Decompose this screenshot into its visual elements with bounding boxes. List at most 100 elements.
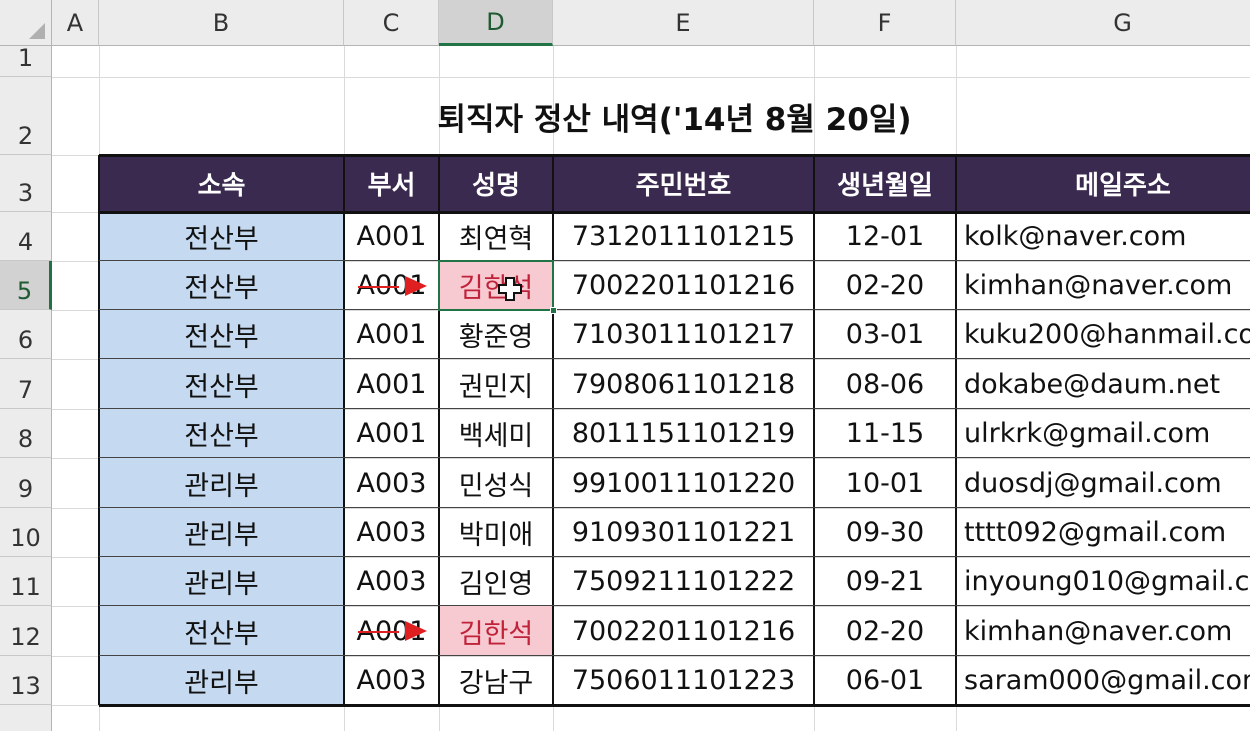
row-header-7[interactable]: 7 <box>0 359 52 409</box>
table-cell[interactable]: 민성식 <box>439 458 553 508</box>
table-cell[interactable]: 7103011101217 <box>553 310 814 359</box>
column-header-c[interactable]: C <box>344 0 439 46</box>
strike-line <box>358 631 399 633</box>
table-cell[interactable]: 전산부 <box>99 212 344 261</box>
table-cell[interactable]: A003 <box>344 508 439 557</box>
table-cell[interactable]: 백세미 <box>439 409 553 458</box>
table-cell[interactable]: 08-06 <box>814 359 956 409</box>
column-header-g[interactable]: G <box>956 0 1250 46</box>
table-cell[interactable]: A003 <box>344 458 439 508</box>
row-header-9[interactable]: 9 <box>0 458 52 508</box>
red-arrow-icon <box>405 275 427 296</box>
row-header-13[interactable]: 13 <box>0 656 52 705</box>
table-cell[interactable]: 06-01 <box>814 656 956 705</box>
table-cell[interactable]: A003 <box>344 557 439 606</box>
row-header-3[interactable]: 3 <box>0 155 52 212</box>
row-header-1[interactable]: 1 <box>0 44 52 77</box>
table-header-cell[interactable]: 소속 <box>99 155 344 212</box>
table-border-horizontal <box>99 211 1250 214</box>
row-header-12[interactable]: 12 <box>0 606 52 656</box>
table-cell[interactable]: A001 <box>344 359 439 409</box>
table-border-horizontal <box>99 408 1250 409</box>
table-cell[interactable]: ulrkrk@gmail.com <box>956 409 1250 458</box>
table-cell[interactable]: 9910011101220 <box>553 458 814 508</box>
table-cell[interactable]: 03-01 <box>814 310 956 359</box>
table-cell[interactable]: inyoung010@gmail.com <box>956 557 1250 606</box>
table-cell[interactable]: 7506011101223 <box>553 656 814 705</box>
table-border-horizontal <box>99 507 1250 508</box>
table-cell[interactable]: 최연혁 <box>439 212 553 261</box>
table-cell[interactable]: 전산부 <box>99 606 344 656</box>
table-cell[interactable]: kimhan@naver.com <box>956 261 1250 310</box>
table-cell[interactable]: 11-15 <box>814 409 956 458</box>
table-cell[interactable]: 10-01 <box>814 458 956 508</box>
table-cell[interactable]: kuku200@hanmail.com <box>956 310 1250 359</box>
table-cell[interactable]: A001 <box>344 212 439 261</box>
table-cell[interactable]: kimhan@naver.com <box>956 606 1250 656</box>
table-header-cell[interactable]: 생년월일 <box>814 155 956 212</box>
table-cell[interactable]: 관리부 <box>99 557 344 606</box>
table-cell[interactable]: 전산부 <box>99 261 344 310</box>
table-cell[interactable]: 7312011101215 <box>553 212 814 261</box>
table-cell[interactable]: 09-21 <box>814 557 956 606</box>
table-border-horizontal <box>99 457 1250 458</box>
table-cell[interactable]: 권민지 <box>439 359 553 409</box>
table-cell[interactable]: 전산부 <box>99 359 344 409</box>
table-cell[interactable]: A001 <box>344 409 439 458</box>
table-cell[interactable]: tttt092@gmail.com <box>956 508 1250 557</box>
sheet-title[interactable]: 퇴직자 정산 내역('14년 8월 20일) <box>99 77 1250 155</box>
table-header-cell[interactable]: 성명 <box>439 155 553 212</box>
column-header-d[interactable]: D <box>439 0 553 46</box>
table-cell[interactable]: 전산부 <box>99 409 344 458</box>
table-cell[interactable]: 황준영 <box>439 310 553 359</box>
table-cell[interactable]: 9109301101221 <box>553 508 814 557</box>
row-header-5[interactable]: 5 <box>0 261 52 310</box>
table-cell[interactable]: 7908061101218 <box>553 359 814 409</box>
table-cell[interactable]: 관리부 <box>99 656 344 705</box>
table-cell[interactable]: 강남구 <box>439 656 553 705</box>
row-header-11[interactable]: 11 <box>0 557 52 606</box>
table-cell[interactable]: A001 <box>344 606 439 656</box>
table-cell[interactable]: 7509211101222 <box>553 557 814 606</box>
select-all-button[interactable] <box>0 0 52 46</box>
table-cell[interactable]: kolk@naver.com <box>956 212 1250 261</box>
table-cell[interactable]: 12-01 <box>814 212 956 261</box>
table-cell[interactable]: saram000@gmail.com <box>956 656 1250 705</box>
table-cell[interactable]: 7002201101216 <box>553 606 814 656</box>
table-cell[interactable]: duosdj@gmail.com <box>956 458 1250 508</box>
table-cell[interactable]: 관리부 <box>99 458 344 508</box>
table-cell[interactable]: 김인영 <box>439 557 553 606</box>
table-border-vertical <box>955 155 957 705</box>
column-header-f[interactable]: F <box>814 0 956 46</box>
table-cell[interactable]: 8011151101219 <box>553 409 814 458</box>
table-cell[interactable]: dokabe@daum.net <box>956 359 1250 409</box>
table-cell[interactable]: 전산부 <box>99 310 344 359</box>
table-cell[interactable]: A001 <box>344 261 439 310</box>
selected-cell-d5[interactable] <box>438 260 554 311</box>
table-header-cell[interactable]: 주민번호 <box>553 155 814 212</box>
table-border-horizontal <box>99 605 1250 606</box>
table-cell[interactable]: 02-20 <box>814 261 956 310</box>
table-cell[interactable]: 09-30 <box>814 508 956 557</box>
row-header-4[interactable]: 4 <box>0 212 52 261</box>
table-cell[interactable]: 02-20 <box>814 606 956 656</box>
row-header-8[interactable]: 8 <box>0 409 52 458</box>
fill-handle[interactable] <box>550 307 557 314</box>
column-header-b[interactable]: B <box>99 0 344 46</box>
table-border-horizontal <box>99 556 1250 557</box>
table-cell[interactable]: 김한석 <box>439 606 553 656</box>
table-header-cell[interactable]: 부서 <box>344 155 439 212</box>
row-header-14[interactable]: 14 <box>0 705 52 731</box>
column-header-a[interactable]: A <box>52 0 99 46</box>
table-cell[interactable]: 7002201101216 <box>553 261 814 310</box>
table-header-cell[interactable]: 메일주소 <box>956 155 1250 212</box>
table-cell[interactable]: 박미애 <box>439 508 553 557</box>
row-header-2[interactable]: 2 <box>0 77 52 155</box>
table-cell[interactable]: A003 <box>344 656 439 705</box>
table-cell[interactable]: 관리부 <box>99 508 344 557</box>
column-header-e[interactable]: E <box>553 0 814 46</box>
row-header-6[interactable]: 6 <box>0 310 52 359</box>
select-all-triangle-icon <box>29 23 45 39</box>
table-cell[interactable]: A001 <box>344 310 439 359</box>
row-header-10[interactable]: 10 <box>0 508 52 557</box>
